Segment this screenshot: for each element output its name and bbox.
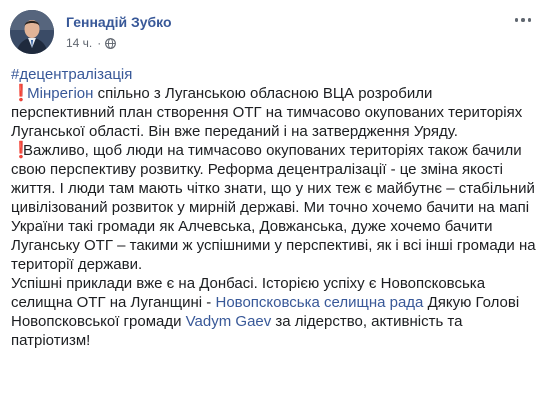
vadym-gaev-profile-link[interactable]: Vadym Gaev [186,313,272,330]
post-paragraph: Успішні приклади вже є на Донбасі. Істор… [11,274,539,350]
avatar-photo [10,10,54,54]
exclamation-emoji-icon: ❗ [11,142,31,159]
post-paragraph: #децентралізація [11,65,539,84]
post-paragraph: ❗Важливо, щоб люди на тимчасово окупован… [11,141,539,274]
author-avatar[interactable] [10,10,54,54]
globe-icon[interactable] [105,37,117,49]
post-timestamp[interactable]: 14 ч. [66,36,92,50]
minregion-page-link[interactable]: Мінрегіон [27,85,93,102]
post-paragraph: ❗ Мінрегіон спільно з Луганською обласно… [11,84,539,141]
post-header: Геннадій Зубко 14 ч. · [10,10,535,54]
author-name-link[interactable]: Геннадій Зубко [66,14,172,30]
facebook-post: Геннадій Зубко 14 ч. · #децентралізація … [0,0,545,400]
post-meta: 14 ч. · [66,36,117,50]
post-body: #децентралізація ❗ Мінрегіон спільно з Л… [11,65,539,350]
exclamation-emoji-icon: ❗ [11,85,31,102]
novopskov-council-link[interactable]: Новопсковська селищна рада [215,294,423,311]
more-options-icon[interactable] [511,12,535,28]
hashtag-link[interactable]: #децентралізація [11,66,132,83]
meta-separator: · [97,36,102,50]
paragraph-text: Важливо, щоб люди на тимчасово окуповани… [11,142,536,273]
